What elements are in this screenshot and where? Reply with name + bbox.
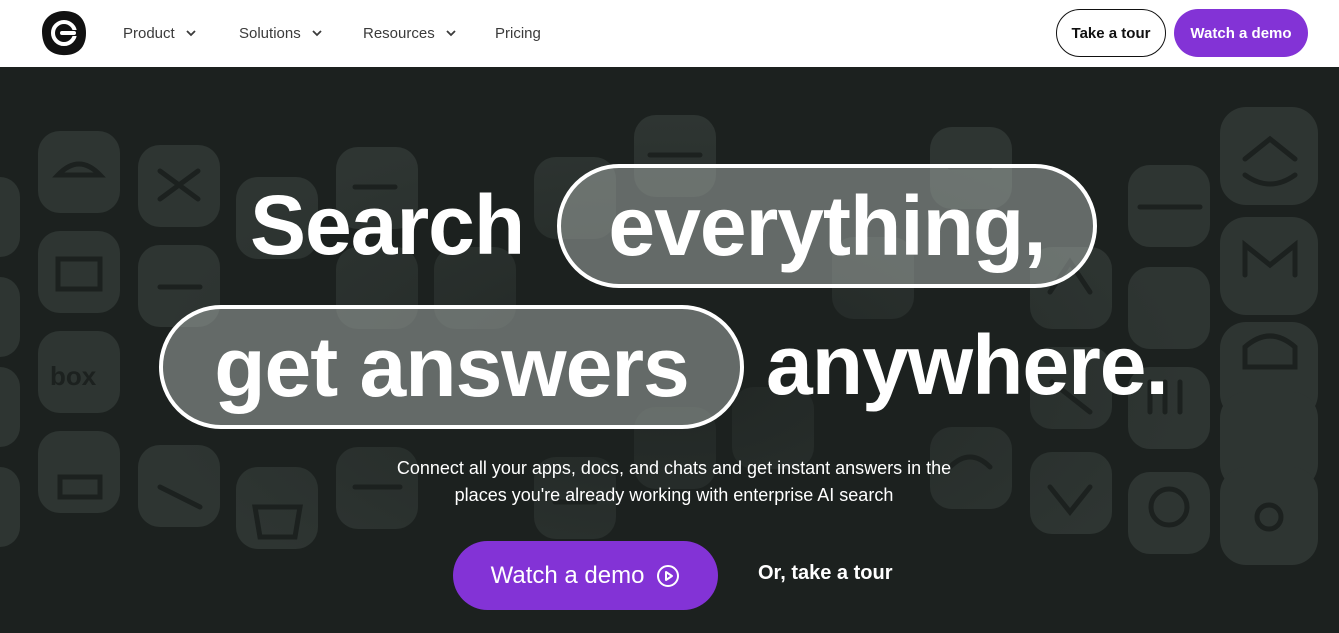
take-tour-button[interactable]: Take a tour [1056,9,1166,57]
hero-subtext-line1: Connect all your apps, docs, and chats a… [396,458,952,478]
nav-item-resources[interactable]: Resources [363,22,457,44]
chevron-down-icon [312,30,322,37]
nav-item-label: Resources [363,24,435,42]
hero-take-tour-link[interactable]: Or, take a tour [758,562,893,585]
nav-item-pricing[interactable]: Pricing [495,22,541,44]
nav-item-label: Pricing [495,24,541,42]
brand-logo-icon[interactable] [40,9,88,57]
top-navbar: Product Solutions Resources Pricing Take… [0,0,1339,67]
nav-item-label: Solutions [239,24,301,42]
chevron-down-icon [446,30,456,37]
headline-search: Search [250,178,525,272]
hero-watch-demo-button[interactable]: Watch a demo [453,541,718,610]
headline-anywhere: anywhere. [766,318,1169,412]
watch-demo-button[interactable]: Watch a demo [1174,9,1308,57]
nav-item-label: Product [123,24,175,42]
hero-subtext-line2: places you're already working with enter… [454,485,894,505]
headline-pill-everything: everything, [557,164,1097,288]
hero-section: box Search everything, get answers anywh [0,67,1339,633]
hero-watch-demo-label: Watch a demo [490,561,645,589]
headline-pill-get-answers: get answers [159,305,744,429]
play-circle-icon [657,564,680,587]
chevron-down-icon [186,30,196,37]
nav-item-solutions[interactable]: Solutions [239,22,323,44]
hero-subtext: Connect all your apps, docs, and chats a… [340,455,1008,509]
nav-item-product[interactable]: Product [123,22,197,44]
